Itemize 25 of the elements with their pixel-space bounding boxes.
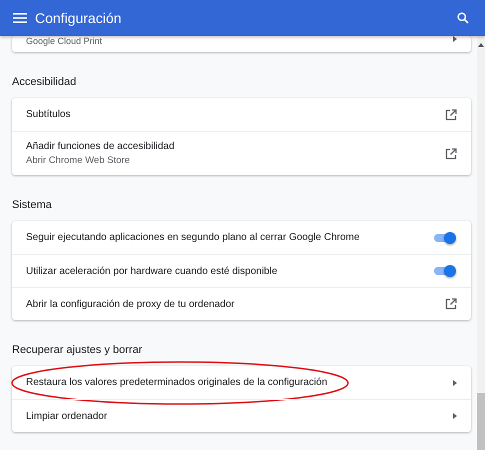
page-title: Configuración	[35, 10, 122, 26]
section-heading: Accesibilidad	[12, 76, 78, 88]
setting-label[interactable]: Abrir la configuración de proxy de tu ordenador	[26, 298, 234, 310]
scrollbar-thumb[interactable]	[477, 393, 485, 450]
external-link-icon[interactable]	[445, 298, 457, 310]
arrow-right-icon[interactable]	[453, 36, 457, 42]
setting-label[interactable]: Limpiar ordenador	[26, 410, 108, 422]
setting-sublabel: Abrir Chrome Web Store	[26, 154, 130, 167]
toggle-switch[interactable]	[434, 234, 455, 242]
menu-icon[interactable]	[13, 12, 27, 24]
arrow-right-icon[interactable]	[453, 413, 457, 419]
setting-label[interactable]: Añadir funciones de accesibilidad	[26, 140, 174, 153]
setting-label[interactable]: Subtítulos	[26, 108, 70, 121]
arrow-right-icon[interactable]	[453, 380, 457, 386]
section-heading: Sistema	[12, 199, 53, 211]
setting-label[interactable]: Google Cloud Print	[26, 36, 102, 47]
section-heading: Recuperar ajustes y borrar	[12, 344, 144, 356]
scrollbar[interactable]	[477, 36, 485, 450]
scroll-up-arrow-icon[interactable]	[478, 43, 484, 47]
setting-label[interactable]: Utilizar aceleración por hardware cuando esté disponible	[26, 264, 278, 278]
external-link-icon[interactable]	[445, 108, 457, 120]
external-link-icon[interactable]	[445, 148, 457, 160]
search-icon[interactable]	[457, 12, 469, 24]
setting-label[interactable]: Seguir ejecutando aplicaciones en segundo plano al cerrar Google Chrome	[26, 231, 360, 244]
toggle-switch[interactable]	[434, 267, 455, 275]
